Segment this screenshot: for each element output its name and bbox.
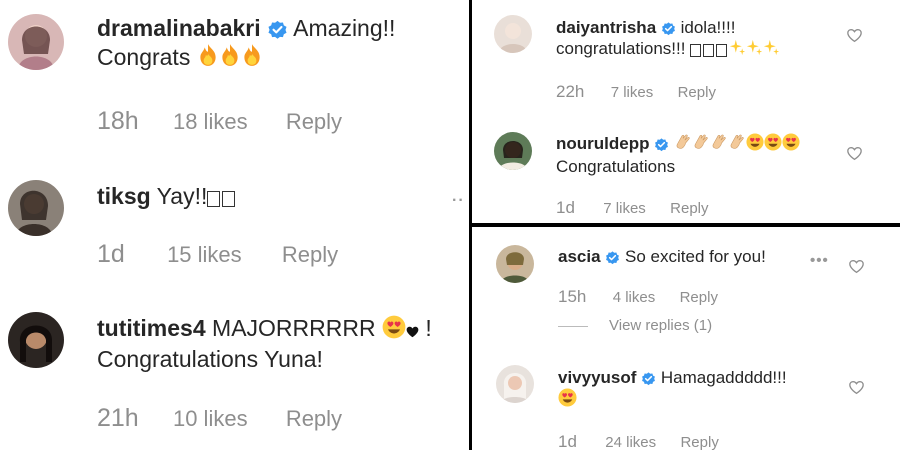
comment-text-line2: congratulations!!! bbox=[556, 39, 686, 59]
sparkles-icon bbox=[729, 39, 780, 61]
unrendered-glyph-icon bbox=[690, 39, 729, 60]
username-link[interactable]: vivyyusof bbox=[558, 368, 636, 387]
timestamp[interactable]: 1d bbox=[97, 240, 125, 268]
like-heart-icon[interactable] bbox=[848, 380, 865, 395]
comment-body: ascia So excited for you! bbox=[558, 246, 766, 267]
likes-count[interactable]: 15 likes bbox=[167, 242, 242, 267]
right-bottom-comments-panel: ascia So excited for you! ••• 15h 4 like… bbox=[472, 227, 900, 450]
username-link[interactable]: tutitimes4 bbox=[97, 315, 206, 341]
comment-text-line2: Congratulations Yuna! bbox=[97, 346, 323, 373]
comment-meta: 22h 7 likes Reply bbox=[556, 82, 716, 102]
comment-trail: ! bbox=[425, 315, 432, 341]
comment-text: So excited for you! bbox=[625, 247, 766, 266]
left-comments-panel: dramalinabakri Amazing!! Congrats 18h 18… bbox=[0, 0, 469, 450]
avatar[interactable] bbox=[8, 312, 64, 368]
heart-eyes-icon bbox=[558, 388, 577, 412]
likes-count[interactable]: 7 likes bbox=[603, 200, 646, 217]
avatar[interactable] bbox=[496, 245, 534, 283]
timestamp[interactable]: 18h bbox=[97, 107, 139, 135]
username-link[interactable]: tiksg bbox=[97, 183, 151, 209]
reply-button[interactable]: Reply bbox=[680, 289, 718, 306]
unrendered-glyph-icon bbox=[207, 184, 237, 213]
reply-button[interactable]: Reply bbox=[282, 242, 338, 267]
likes-count[interactable]: 4 likes bbox=[613, 289, 656, 306]
heart-eyes-icon bbox=[746, 133, 800, 156]
timestamp[interactable]: 15h bbox=[558, 287, 586, 306]
avatar[interactable] bbox=[494, 132, 532, 170]
verified-icon bbox=[654, 137, 669, 152]
reply-button[interactable]: Reply bbox=[678, 84, 716, 101]
username-link[interactable]: ascia bbox=[558, 247, 601, 266]
more-options-icon[interactable]: ·· bbox=[452, 192, 465, 210]
comment-meta: 21h 10 likes Reply bbox=[97, 404, 342, 433]
comment-text: Yay!! bbox=[156, 183, 208, 209]
comment-meta: 18h 18 likes Reply bbox=[97, 107, 342, 136]
reply-button[interactable]: Reply bbox=[286, 406, 342, 431]
like-heart-icon[interactable] bbox=[848, 259, 865, 274]
comment-body: dramalinabakri Amazing!! Congrats bbox=[97, 14, 395, 74]
comment-body: daiyantrisha idola!!!! congratulations!!… bbox=[556, 17, 780, 61]
comment-body: vivyyusof Hamagaddddd!!! bbox=[558, 367, 787, 413]
verified-icon bbox=[641, 371, 656, 386]
comment-text: MAJORRRRRR bbox=[212, 315, 376, 341]
username-link[interactable]: daiyantrisha bbox=[556, 18, 656, 37]
more-options-icon[interactable]: ••• bbox=[810, 252, 829, 269]
likes-count[interactable]: 7 likes bbox=[611, 84, 654, 101]
fire-icon bbox=[197, 43, 263, 74]
username-link[interactable]: nouruldepp bbox=[556, 134, 649, 153]
comment-text-line2: Congratulations bbox=[556, 157, 676, 177]
heart-eyes-icon bbox=[382, 315, 406, 346]
avatar[interactable] bbox=[8, 180, 64, 236]
clapping-hands-icon bbox=[674, 133, 746, 156]
reply-button[interactable]: Reply bbox=[670, 200, 708, 217]
like-heart-icon[interactable] bbox=[846, 146, 863, 161]
avatar[interactable] bbox=[494, 15, 532, 53]
view-replies-divider bbox=[558, 326, 588, 327]
comment-text: idola!!!! bbox=[680, 18, 736, 37]
verified-icon bbox=[605, 250, 620, 265]
verified-icon bbox=[661, 21, 676, 36]
comment-meta: 1d 24 likes Reply bbox=[558, 432, 719, 450]
verified-icon bbox=[267, 19, 288, 40]
timestamp[interactable]: 21h bbox=[97, 404, 139, 432]
comment-text: Hamagaddddd!!! bbox=[660, 368, 787, 387]
comment-meta: 15h 4 likes Reply bbox=[558, 287, 718, 307]
black-heart-icon bbox=[406, 316, 419, 345]
username-link[interactable]: dramalinabakri bbox=[97, 15, 261, 41]
reply-button[interactable]: Reply bbox=[680, 434, 718, 450]
likes-count[interactable]: 10 likes bbox=[173, 406, 248, 431]
comment-text-line2: Congrats bbox=[97, 43, 191, 70]
avatar[interactable] bbox=[8, 14, 64, 70]
reply-button[interactable]: Reply bbox=[286, 109, 342, 134]
right-top-comments-panel: daiyantrisha idola!!!! congratulations!!… bbox=[472, 0, 900, 223]
timestamp[interactable]: 22h bbox=[556, 82, 584, 101]
likes-count[interactable]: 18 likes bbox=[173, 109, 248, 134]
comment-text: Amazing!! bbox=[293, 15, 396, 41]
like-heart-icon[interactable] bbox=[846, 28, 863, 43]
comment-meta: 1d 7 likes Reply bbox=[556, 198, 709, 218]
likes-count[interactable]: 24 likes bbox=[605, 434, 656, 450]
view-replies-link[interactable]: View replies (1) bbox=[609, 317, 712, 334]
comment-body: tiksg Yay!! bbox=[97, 182, 237, 212]
avatar[interactable] bbox=[496, 365, 534, 403]
comment-body: nouruldepp Congratulations bbox=[556, 133, 800, 178]
comment-body: tutitimes4 MAJORRRRRR ! Congratulations … bbox=[97, 314, 432, 374]
timestamp[interactable]: 1d bbox=[558, 432, 577, 450]
timestamp[interactable]: 1d bbox=[556, 198, 575, 217]
comment-meta: 1d 15 likes Reply bbox=[97, 240, 338, 269]
